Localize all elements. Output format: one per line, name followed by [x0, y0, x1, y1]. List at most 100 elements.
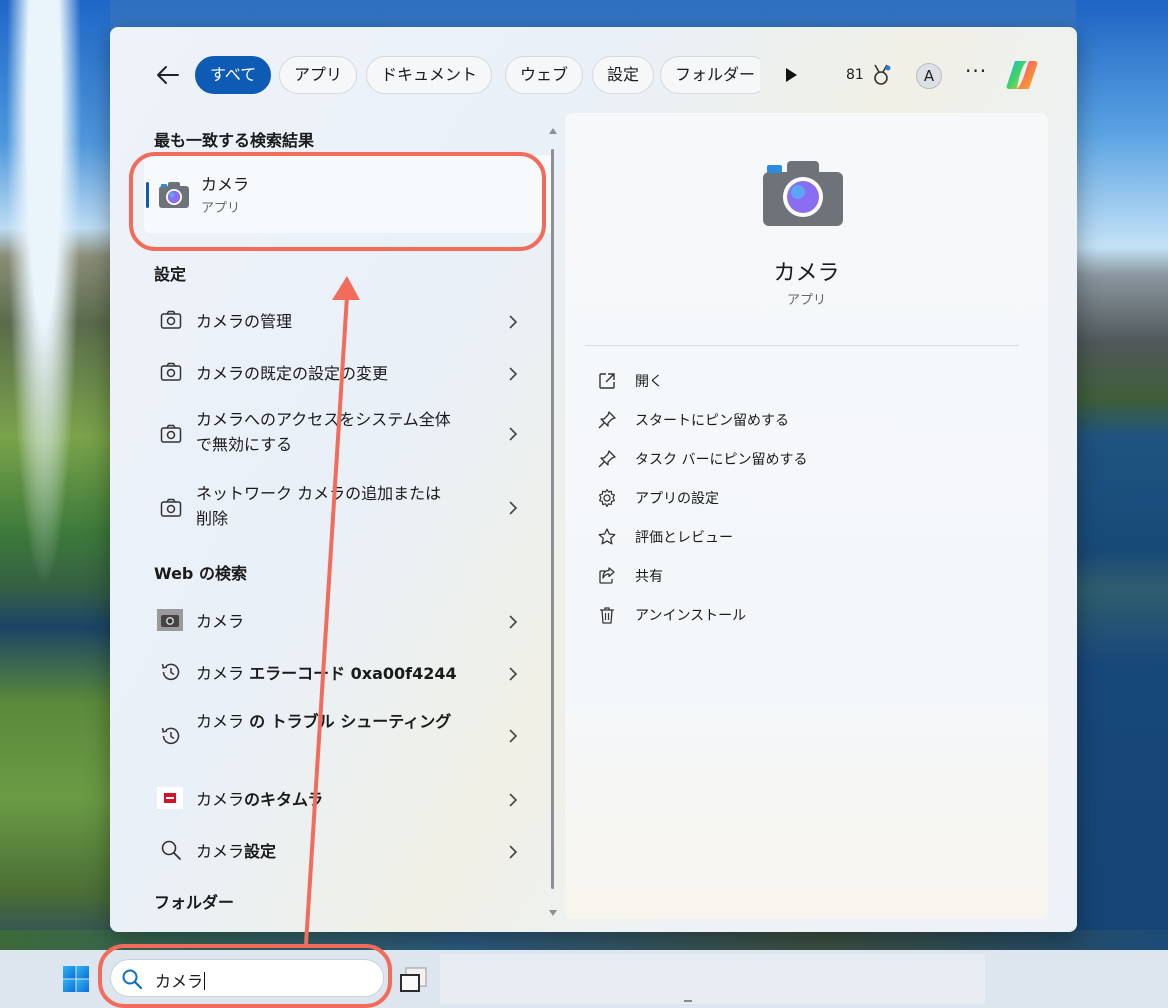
trash-icon: [600, 607, 614, 624]
web-item-label: カメラ エラーコード 0xa00f4244: [196, 664, 457, 683]
chevron-right-icon: [509, 729, 518, 743]
web-item-label: カメラ設定: [196, 842, 277, 861]
action-label: 共有: [635, 569, 663, 585]
web-item-camera-settings[interactable]: カメラ設定: [140, 825, 532, 875]
chevron-right-icon: [509, 667, 518, 681]
best-match-type: アプリ: [201, 201, 241, 216]
pin-icon: [598, 411, 616, 429]
chevron-right-icon: [509, 615, 518, 629]
action-label: アプリの設定: [635, 491, 719, 507]
settings-item-label: カメラへのアクセスをシステム全体で無効にする: [196, 410, 451, 454]
best-match-item[interactable]: カメラ アプリ: [144, 155, 554, 233]
action-label: スタートにピン留めする: [635, 413, 789, 429]
settings-item-label: カメラの管理: [196, 312, 293, 331]
copilot-icon[interactable]: [1003, 57, 1041, 93]
settings-item-default-settings[interactable]: カメラの既定の設定の変更: [140, 347, 532, 397]
search-icon: [122, 969, 143, 990]
web-item-camera[interactable]: カメラ: [140, 595, 532, 645]
more-options-icon[interactable]: ···: [965, 59, 987, 83]
detail-divider: [585, 345, 1019, 346]
tab-all[interactable]: すべて: [195, 56, 272, 94]
filter-bar: すべて アプリ ドキュメント ウェブ 設定 フォルダー 81 A ···: [110, 53, 1077, 97]
camera-outline-icon: [160, 498, 182, 517]
web-thumbnail-icon: [157, 609, 183, 631]
rewards-points: 81: [846, 67, 864, 83]
search-icon: [161, 840, 181, 860]
settings-item-label: カメラの既定の設定の変更: [196, 364, 389, 383]
tab-web[interactable]: ウェブ: [505, 56, 584, 94]
tab-settings[interactable]: 設定: [592, 56, 655, 94]
settings-item-manage-camera[interactable]: カメラの管理: [140, 297, 532, 347]
star-icon: [598, 528, 616, 545]
web-item-troubleshooting[interactable]: カメラ の トラブル シューティング: [140, 701, 532, 771]
action-share[interactable]: 共有: [597, 564, 797, 588]
web-item-label: カメラ の トラブル シューティング: [196, 712, 452, 731]
detail-pane: カメラ アプリ 開く スタートにピン留めする タスク バーにピン留めする アプリ…: [565, 113, 1048, 919]
wallpaper-left: [0, 0, 110, 950]
settings-item-network-camera[interactable]: ネットワーク カメラの追加または削除: [140, 473, 532, 543]
selection-accent: [146, 182, 149, 208]
action-label: タスク バーにピン留めする: [635, 452, 808, 468]
gear-icon: [599, 488, 615, 508]
settings-item-disable-access[interactable]: カメラへのアクセスをシステム全体で無効にする: [140, 399, 532, 469]
chevron-right-icon: [509, 501, 518, 515]
action-pin-start[interactable]: スタートにピン留めする: [597, 408, 837, 432]
web-search-heading: Web の検索: [154, 564, 247, 583]
action-uninstall[interactable]: アンインストール: [597, 603, 797, 627]
scroll-up-icon[interactable]: [549, 127, 557, 135]
best-match-name: カメラ: [201, 175, 250, 194]
search-value: カメラ: [155, 972, 206, 991]
action-open[interactable]: 開く: [597, 369, 797, 393]
action-label: アンインストール: [635, 608, 747, 624]
wallpaper-right: [1076, 0, 1168, 950]
history-icon: [161, 663, 180, 681]
action-pin-taskbar[interactable]: タスク バーにピン留めする: [597, 447, 857, 471]
chevron-right-icon: [509, 315, 518, 329]
tab-folders-clip: フォルダー: [660, 56, 760, 96]
taskbar: カメラ: [0, 950, 1168, 1008]
search-flyout: すべて アプリ ドキュメント ウェブ 設定 フォルダー 81 A ··· 最も一…: [110, 27, 1077, 932]
scrollbar-thumb[interactable]: [551, 149, 554, 889]
back-arrow-icon[interactable]: [154, 63, 182, 87]
avatar[interactable]: A: [916, 63, 942, 89]
settings-heading: 設定: [154, 265, 187, 284]
results-scrollbar[interactable]: [549, 127, 557, 917]
web-item-label: カメラのキタムラ: [196, 790, 324, 809]
web-item-error-code[interactable]: カメラ エラーコード 0xa00f4244: [140, 647, 532, 697]
best-match-heading: 最も一致する検索結果: [154, 131, 315, 150]
share-icon: [599, 567, 615, 584]
detail-title: カメラ: [773, 261, 840, 286]
chevron-right-icon: [509, 427, 518, 441]
open-external-icon: [599, 373, 615, 389]
rewards-medal-icon[interactable]: [870, 63, 892, 87]
camera-outline-icon: [160, 310, 182, 329]
camera-app-large-icon: [763, 161, 843, 226]
action-label: 評価とレビュー: [635, 530, 733, 546]
taskbar-indicator: [684, 1000, 692, 1002]
camera-app-icon: [159, 182, 189, 208]
camera-outline-icon: [160, 424, 182, 443]
tab-documents[interactable]: ドキュメント: [366, 56, 493, 94]
wallpaper-bottom: [0, 930, 1168, 950]
tab-apps[interactable]: アプリ: [279, 56, 358, 94]
taskbar-apps-area: [440, 954, 985, 1004]
action-app-settings[interactable]: アプリの設定: [597, 486, 797, 510]
tab-folders[interactable]: フォルダー: [660, 56, 760, 94]
web-item-kitamura[interactable]: カメラのキタムラ: [140, 773, 532, 823]
taskbar-search-input[interactable]: カメラ: [110, 959, 384, 997]
settings-item-label: ネットワーク カメラの追加または削除: [196, 484, 442, 528]
web-item-label: カメラ: [196, 612, 245, 631]
scroll-down-icon[interactable]: [549, 909, 557, 917]
chevron-right-icon: [509, 845, 518, 859]
camera-outline-icon: [160, 362, 182, 381]
pin-icon: [598, 450, 616, 468]
chevron-right-icon: [509, 367, 518, 381]
windows-start-icon[interactable]: [62, 965, 90, 993]
kitamura-logo-icon: [157, 787, 183, 809]
action-label: 開く: [635, 374, 663, 390]
detail-type: アプリ: [786, 293, 826, 308]
task-view-icon[interactable]: [398, 966, 428, 994]
chevron-right-icon: [509, 793, 518, 807]
action-rate-review[interactable]: 評価とレビュー: [597, 525, 797, 549]
scroll-tabs-right-icon[interactable]: [786, 68, 797, 82]
